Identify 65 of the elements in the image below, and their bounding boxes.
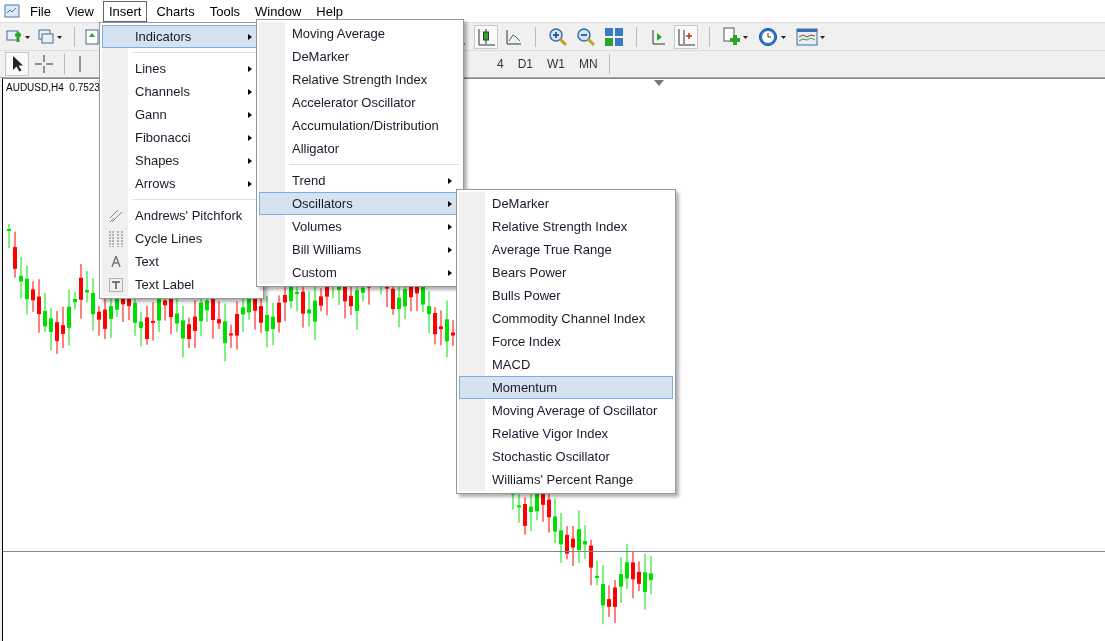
menu-item[interactable]: Bulls Power [459, 284, 673, 307]
menu-item[interactable]: Stochastic Oscillator [459, 445, 673, 468]
menu-item[interactable]: Momentum [459, 376, 673, 399]
profiles-button[interactable] [38, 28, 64, 45]
new-chart-button[interactable] [6, 28, 32, 45]
new-indicator-button[interactable] [722, 26, 750, 47]
menu-item[interactable]: Force Index [459, 330, 673, 353]
menu-item[interactable]: File [24, 0, 57, 22]
chart-symbol-label: AUDUSD,H4 0.7523 [6, 82, 100, 93]
menu-item[interactable]: Bears Power [459, 261, 673, 284]
submenu-arrow-icon [248, 158, 252, 164]
submenu-arrow-icon [248, 135, 252, 141]
submenu-arrow-icon [448, 201, 452, 207]
menu-item[interactable]: Accumulation/Distribution [259, 114, 461, 137]
menu-item[interactable]: Moving Average of Oscillator [459, 399, 673, 422]
menu-item[interactable]: DeMarker [259, 45, 461, 68]
submenu-arrow-icon [448, 247, 452, 253]
menu-item[interactable]: Help [310, 0, 350, 22]
auto-scroll-icon[interactable] [649, 27, 667, 46]
submenu-arrow-icon [448, 270, 452, 276]
submenu-arrow-icon [448, 224, 452, 230]
chart-shift-marker-icon[interactable] [654, 80, 664, 86]
chart-window-icon[interactable] [85, 28, 99, 45]
pitchfork-icon [109, 208, 123, 223]
submenu-arrow-icon [248, 89, 252, 95]
menu-item[interactable]: Average True Range [459, 238, 673, 261]
submenu-arrow-icon [248, 66, 252, 72]
menu-item[interactable]: Tools [203, 0, 247, 22]
submenu-arrow-icon [248, 34, 252, 40]
menu-item[interactable]: Insert [102, 0, 148, 22]
zoom-out-icon[interactable] [576, 26, 596, 47]
candlestick-icon[interactable] [475, 25, 497, 48]
menu-item[interactable]: DeMarker [459, 192, 673, 215]
submenu-arrow-icon [248, 181, 252, 187]
menu-item[interactable]: Trend [259, 169, 461, 192]
line-chart-icon[interactable] [505, 27, 523, 46]
menu-item[interactable]: View [59, 0, 100, 22]
menu-item[interactable]: Charts [150, 0, 201, 22]
menu-item[interactable]: Relative Strength Index [259, 68, 461, 91]
text-label-icon [109, 277, 123, 292]
menu-item[interactable]: Relative Vigor Index [459, 422, 673, 445]
letter-a-icon [111, 256, 121, 267]
menu-item[interactable]: Williams' Percent Range [459, 468, 673, 491]
chart-shift-icon[interactable] [675, 25, 697, 48]
menu-item[interactable]: Commodity Channel Index [459, 307, 673, 330]
menu-item[interactable]: Window [249, 0, 308, 22]
cycle-lines-icon [109, 230, 123, 247]
submenu-arrow-icon [448, 178, 452, 184]
clock-button[interactable] [758, 26, 788, 47]
menu-item[interactable]: MACD [459, 353, 673, 376]
menu-item[interactable]: Alligator [259, 137, 461, 160]
menu-item[interactable]: Accelerator Oscillator [259, 91, 461, 114]
submenu-arrow-icon [248, 112, 252, 118]
timeframe-button[interactable]: MN [572, 54, 605, 74]
zoom-in-icon[interactable] [548, 26, 568, 47]
cursor-icon[interactable] [6, 53, 28, 75]
tile-windows-icon[interactable] [604, 26, 624, 47]
menu-item[interactable]: Moving Average [259, 22, 461, 45]
crosshair-icon[interactable] [34, 54, 54, 74]
timeframe-button[interactable]: 4 [490, 54, 511, 74]
templates-button[interactable] [796, 27, 826, 46]
timeframe-button[interactable]: D1 [510, 54, 541, 74]
menu-item[interactable]: Relative Strength Index [459, 215, 673, 238]
timeframe-button[interactable]: W1 [540, 54, 573, 74]
app-icon [4, 3, 20, 19]
